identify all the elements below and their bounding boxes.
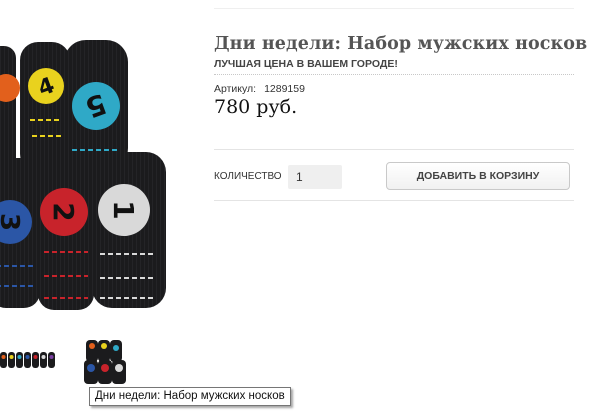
quantity-label: КОЛИЧЕСТВО [214, 171, 282, 182]
thumbnail-tooltip: Дни недели: Набор мужских носков [89, 387, 291, 406]
product-main-image[interactable]: 4 5 3 2 [0, 40, 176, 316]
svg-text:2: 2 [47, 202, 80, 221]
dotted-divider [214, 74, 574, 75]
product-title: Дни недели: Набор мужских носков [214, 34, 588, 54]
thumbnail-2[interactable] [82, 338, 128, 386]
sock-yellow: 4 [20, 42, 70, 172]
svg-text:1: 1 [107, 200, 140, 219]
top-divider [214, 8, 574, 9]
sku-label: Артикул: [214, 83, 257, 95]
sku-line: Артикул: 1289159 [214, 83, 305, 95]
sock-blue: 3 [0, 158, 40, 308]
promo-text: ЛУЧШАЯ ЦЕНА В ВАШЕМ ГОРОДЕ! [214, 58, 398, 70]
product-page: 4 5 3 2 [0, 0, 616, 420]
purchase-bottom-divider [214, 200, 574, 201]
sku-value: 1289159 [264, 83, 305, 95]
sock-white: 1 [92, 152, 166, 308]
sock-red: 2 [38, 156, 94, 310]
thumbnail-1-image [0, 352, 55, 368]
thumbnail-1[interactable] [0, 348, 56, 372]
thumbnail-2-image [84, 340, 126, 384]
sock-cyan: 5 [64, 40, 128, 170]
svg-text:3: 3 [0, 213, 24, 231]
quantity-input[interactable] [288, 165, 342, 189]
socks-image-svg: 4 5 3 2 [0, 40, 166, 310]
purchase-top-divider [214, 149, 574, 150]
product-price: 780 руб. [214, 96, 298, 118]
add-to-cart-button[interactable]: ДОБАВИТЬ В КОРЗИНУ [386, 162, 570, 190]
sock-orange [0, 46, 20, 174]
